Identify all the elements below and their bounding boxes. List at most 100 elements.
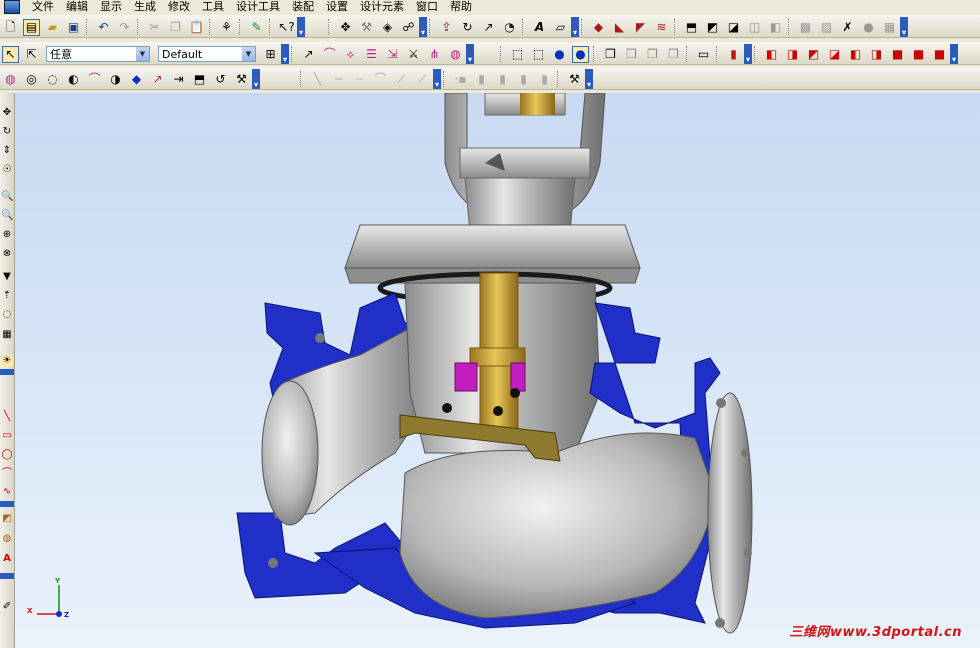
help-pointer-icon[interactable]: ↖? — [278, 19, 295, 36]
loft-surface-icon[interactable]: ◎ — [23, 71, 40, 88]
curve-point-icon[interactable]: ⟋ — [393, 71, 410, 88]
open-folder-icon[interactable]: ▰ — [44, 19, 61, 36]
trim-icon[interactable]: ⇲ — [384, 46, 401, 63]
camera-move-icon[interactable]: ⇡ — [1, 290, 13, 302]
menu-generate[interactable]: 生成 — [128, 1, 162, 13]
toolbar-overflow-chevron[interactable]: ▾ — [950, 44, 958, 64]
thread-icon[interactable]: ≋ — [653, 19, 670, 36]
measure-icon[interactable]: ⚒ — [358, 19, 375, 36]
box-icon[interactable]: ▦ — [881, 19, 898, 36]
look-at-icon[interactable]: ⊗ — [1, 248, 13, 260]
smart-render-icon[interactable]: ☍ — [400, 19, 417, 36]
left-toolbar-chevron[interactable] — [0, 573, 14, 579]
toolbar-overflow-chevron[interactable]: ▾ — [252, 69, 260, 89]
boolean-add-icon[interactable]: ▩ — [797, 19, 814, 36]
material-icon[interactable]: ◍ — [1, 533, 13, 545]
circle-draw-icon[interactable]: ◯ — [1, 449, 13, 461]
toolbar-overflow-chevron[interactable]: ▾ — [571, 17, 579, 37]
view-wireframe-icon[interactable]: ⬚ — [509, 46, 526, 63]
zoom-fit-icon[interactable]: ⊕ — [1, 229, 13, 241]
annotation-4-icon[interactable]: ▮ — [536, 71, 553, 88]
texture-icon[interactable]: ◩ — [1, 513, 13, 525]
zoom-icon[interactable]: 🔍 — [1, 191, 13, 203]
tangent-icon[interactable]: ⟋ — [414, 71, 431, 88]
polyline-icon[interactable]: ─ — [330, 71, 347, 88]
line-icon[interactable]: ╲ — [309, 71, 326, 88]
shell-icon[interactable]: ⬒ — [683, 19, 700, 36]
split-icon[interactable]: ◧ — [767, 19, 784, 36]
menu-settings[interactable]: 设置 — [320, 1, 354, 13]
blend-icon[interactable]: ◩ — [704, 19, 721, 36]
blend-surface-icon[interactable]: ◐ — [65, 71, 82, 88]
chamfer-icon[interactable]: ◪ — [725, 19, 742, 36]
camera-target-icon[interactable]: ◌ — [1, 309, 13, 321]
menu-view[interactable]: 显示 — [94, 1, 128, 13]
menu-window[interactable]: 窗口 — [410, 1, 444, 13]
style-combo[interactable]: Default ▼ — [158, 46, 256, 62]
sketch-icon[interactable]: ⟡ — [342, 46, 359, 63]
window-icon[interactable]: ▭ — [695, 46, 712, 63]
save-icon[interactable]: ▣ — [65, 19, 82, 36]
surface-icon[interactable]: ▱ — [552, 19, 569, 36]
chevron-down-icon[interactable]: ▼ — [242, 47, 255, 61]
box-view-icon[interactable]: ❒ — [602, 46, 619, 63]
toolbar-overflow-chevron[interactable]: ▾ — [900, 17, 908, 37]
mirror-icon[interactable]: ⚔ — [405, 46, 422, 63]
app-icon[interactable] — [4, 0, 20, 14]
view-left-icon[interactable]: ◩ — [805, 46, 822, 63]
style-tool-icon[interactable]: ⚘ — [218, 19, 235, 36]
extrude-icon[interactable]: ◆ — [590, 19, 607, 36]
toolbar-overflow-chevron[interactable]: ▾ — [433, 69, 441, 89]
menu-design-elements[interactable]: 设计元素 — [354, 1, 410, 13]
select-arrow-icon[interactable]: ↖ — [2, 45, 19, 63]
toolbar-overflow-chevron[interactable]: ▾ — [466, 44, 474, 64]
view-front-icon[interactable]: ◧ — [763, 46, 780, 63]
box-view3-icon[interactable]: ❒ — [644, 46, 661, 63]
dashed-line-icon[interactable]: ┈ — [351, 71, 368, 88]
arc-draw-icon[interactable]: ⌒ — [1, 468, 13, 480]
menu-assembly[interactable]: 装配 — [286, 1, 320, 13]
orbit-icon[interactable]: ☉ — [1, 164, 13, 176]
annotation-2-icon[interactable]: ▮ — [494, 71, 511, 88]
undo-icon[interactable]: ↶ — [95, 19, 112, 36]
toolbar-overflow-chevron[interactable]: ▾ — [744, 44, 752, 64]
redo-icon[interactable]: ↷ — [116, 19, 133, 36]
copy-icon[interactable]: ❐ — [167, 19, 184, 36]
menu-edit[interactable]: 编辑 — [60, 1, 94, 13]
view-shaded-icon[interactable]: ● — [551, 46, 568, 63]
menu-file[interactable]: 文件 — [26, 1, 60, 13]
zoom-window-icon[interactable]: 🔍 — [1, 210, 13, 222]
edit-curve-icon[interactable]: ⌒ — [321, 46, 338, 63]
view-top-icon[interactable]: ◧ — [847, 46, 864, 63]
extend-surface-icon[interactable]: ↗ — [149, 71, 166, 88]
rect-draw-icon[interactable]: ▭ — [1, 430, 13, 442]
box-view2-icon[interactable]: ❒ — [623, 46, 640, 63]
walk-icon[interactable]: ⇕ — [1, 145, 13, 157]
boundary-surface-icon[interactable]: ⌒ — [86, 71, 103, 88]
rotate-view-icon[interactable]: ↻ — [1, 126, 13, 138]
arc-icon[interactable]: ⌒ — [372, 71, 389, 88]
fill-surface-icon[interactable]: ◆ — [128, 71, 145, 88]
render-icon[interactable]: ◈ — [379, 19, 396, 36]
curve-mesh-icon[interactable]: ◍ — [447, 46, 464, 63]
rotate-icon[interactable]: ↻ — [459, 19, 476, 36]
view-realistic-icon[interactable]: ● — [572, 45, 589, 63]
grid-icon[interactable]: ▦ — [1, 329, 13, 341]
left-toolbar-chevron[interactable] — [0, 501, 14, 507]
annotation-3-icon[interactable]: ▮ — [515, 71, 532, 88]
hierarchy-icon[interactable]: ⊞ — [262, 46, 279, 63]
knit-surface-icon[interactable]: ⬒ — [191, 71, 208, 88]
tools-icon[interactable]: ⚒ — [566, 71, 583, 88]
menu-modify[interactable]: 修改 — [162, 1, 196, 13]
selection-filter-combo[interactable]: 任意 ▼ — [46, 46, 150, 62]
toolbar-overflow-chevron[interactable]: ▾ — [281, 44, 289, 64]
book-icon[interactable]: ▮ — [725, 46, 742, 63]
surface-feature-icon[interactable]: ◍ — [2, 71, 19, 88]
split-surface-icon[interactable]: ⚒ — [233, 71, 250, 88]
eyedropper-icon[interactable]: ✐ — [1, 601, 13, 613]
font-icon[interactable]: A — [1, 553, 13, 565]
sweep-solid-icon[interactable]: ◤ — [632, 19, 649, 36]
pick-tool-icon[interactable]: ✎ — [248, 19, 265, 36]
move-icon[interactable]: ⇪ — [438, 19, 455, 36]
extend-icon[interactable]: ⋔ — [426, 46, 443, 63]
